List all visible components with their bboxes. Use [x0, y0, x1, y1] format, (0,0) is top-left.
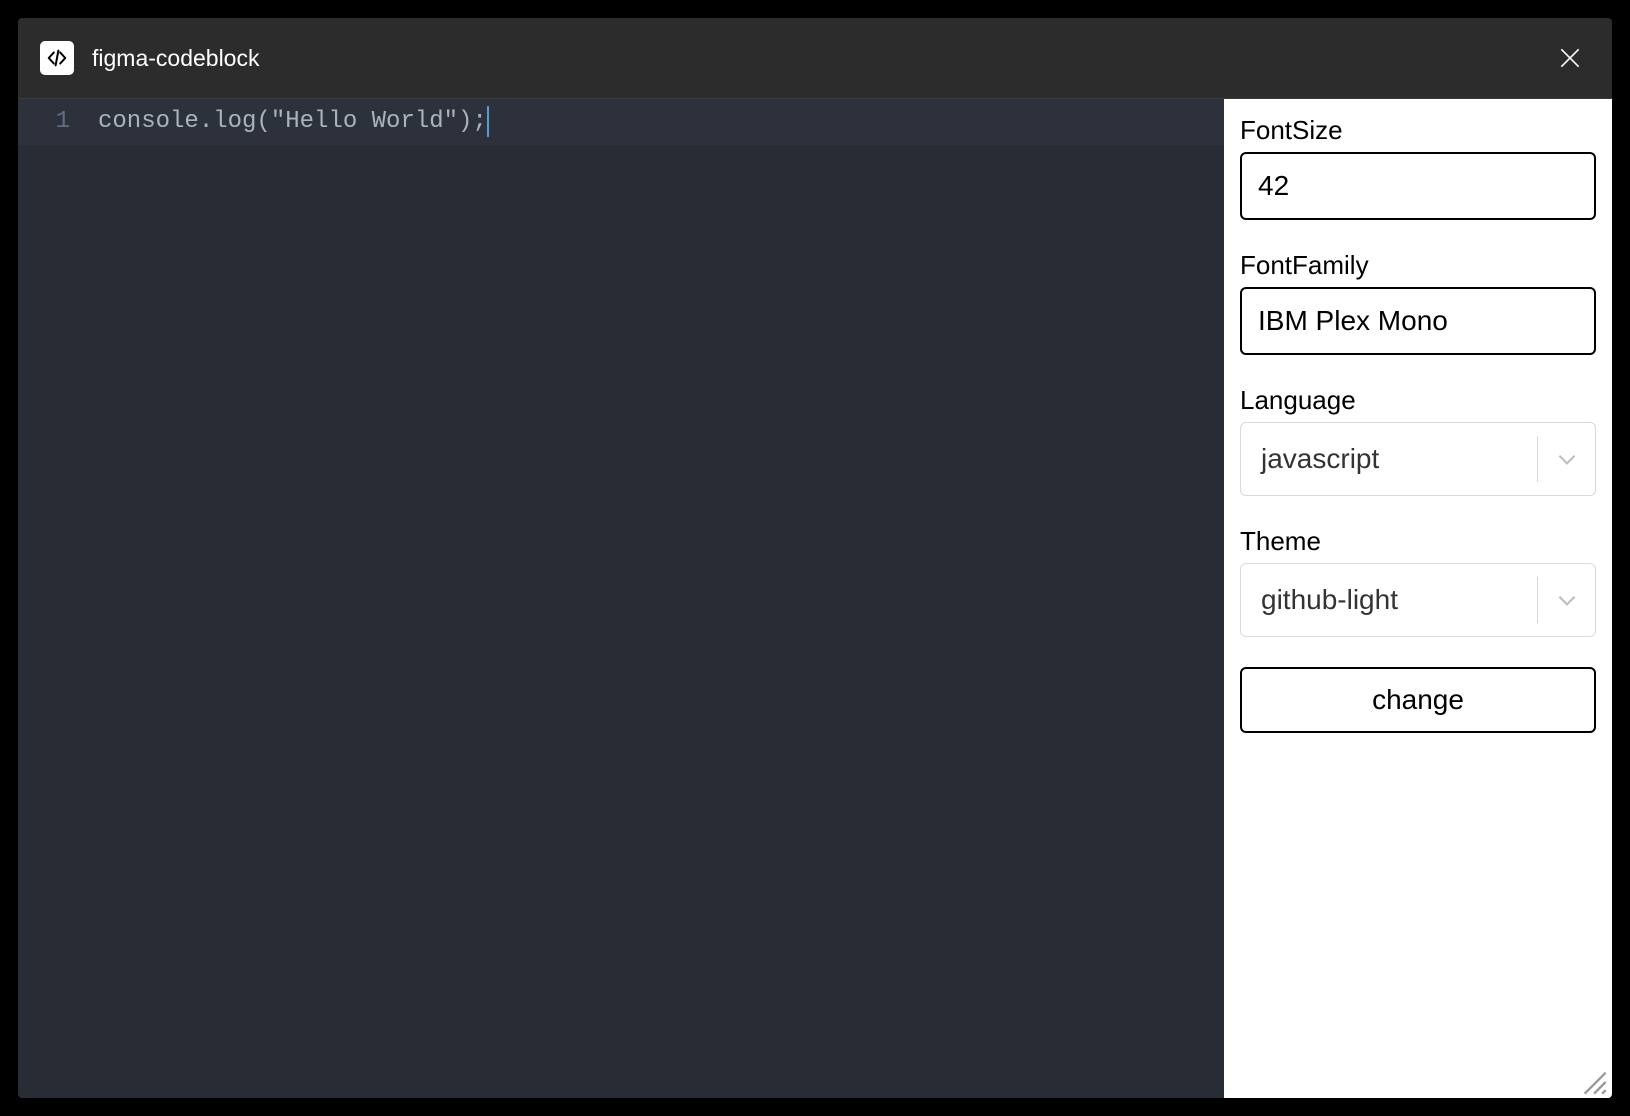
language-chevron: [1537, 436, 1595, 482]
change-button[interactable]: change: [1240, 667, 1596, 733]
code-icon: [46, 47, 68, 69]
theme-chevron: [1537, 577, 1595, 623]
titlebar-left: figma-codeblock: [40, 41, 259, 75]
theme-select[interactable]: github-light: [1240, 563, 1596, 637]
theme-value: github-light: [1241, 584, 1537, 616]
fontfamily-input[interactable]: [1240, 287, 1596, 355]
fontsize-field: FontSize: [1240, 115, 1596, 220]
fontsize-label: FontSize: [1240, 115, 1596, 146]
text-cursor: [487, 106, 489, 137]
theme-label: Theme: [1240, 526, 1596, 557]
settings-panel: FontSize FontFamily Language javascript: [1224, 99, 1612, 1098]
language-select[interactable]: javascript: [1240, 422, 1596, 496]
theme-field: Theme github-light: [1240, 526, 1596, 637]
language-field: Language javascript: [1240, 385, 1596, 496]
resize-grip-icon: [1580, 1068, 1608, 1096]
language-value: javascript: [1241, 443, 1537, 475]
content-area: 1 console.log("Hello World"); FontSize F…: [18, 98, 1612, 1098]
resize-handle: [1580, 1068, 1608, 1096]
fontfamily-field: FontFamily: [1240, 250, 1596, 355]
editor-current-line: 1 console.log("Hello World");: [18, 99, 1224, 145]
fontfamily-label: FontFamily: [1240, 250, 1596, 281]
fontsize-input[interactable]: [1240, 152, 1596, 220]
code-editor[interactable]: 1 console.log("Hello World");: [18, 99, 1224, 1098]
chevron-down-icon: [1554, 587, 1580, 613]
chevron-down-icon: [1554, 446, 1580, 472]
line-number: 1: [18, 105, 98, 139]
close-button[interactable]: [1550, 38, 1590, 78]
code-content: console.log("Hello World");: [98, 105, 489, 139]
plugin-window: figma-codeblock 1 console.log("Hello Wor…: [18, 18, 1612, 1098]
language-label: Language: [1240, 385, 1596, 416]
titlebar: figma-codeblock: [18, 18, 1612, 98]
code-text: console.log("Hello World");: [98, 108, 487, 135]
app-title: figma-codeblock: [92, 45, 259, 72]
app-icon: [40, 41, 74, 75]
close-icon: [1557, 45, 1583, 71]
